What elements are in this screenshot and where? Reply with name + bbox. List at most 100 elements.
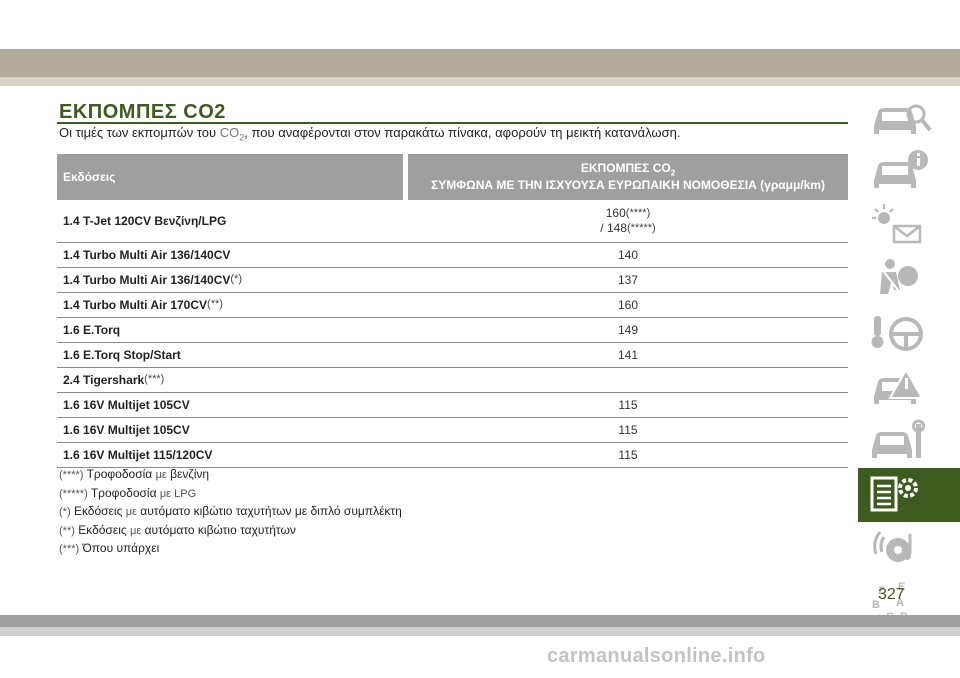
steering-key-icon (871, 316, 923, 351)
table-row: 2.4 Tigershark(***) (57, 367, 848, 393)
value-cell: 115 (408, 417, 848, 443)
table-row: 1.4 Turbo Multi Air 136/140CV(*) 137 (57, 267, 848, 293)
media-phone-icon (873, 531, 912, 562)
table-row: 1.4 Turbo Multi Air 170CV(**) 160 (57, 292, 848, 318)
footnote-text-end: αυτόματο κιβώτιο ταχυτήτων (141, 522, 296, 537)
footnote-mark: (**) (59, 524, 75, 537)
footnote-text: Εκδόσεις (70, 504, 126, 518)
model-name: 1.4 Turbo Multi Air 136/140CV (63, 273, 231, 287)
model-cell: 1.4 T-Jet 120CV Βενζίνη/LPG (57, 200, 403, 243)
footnote-text-end: αυτόματο κιβώτιο ταχυτήτων με διπλό συμπ… (136, 504, 402, 518)
model-name: 2.4 Tigershark (63, 373, 145, 387)
chapter-tab-seatbelt-airbag[interactable] (858, 252, 960, 306)
model-name: 1.6 16V Multijet 115/120CV (63, 448, 213, 462)
table-row: 1.6 16V Multijet 105CV 115 (57, 417, 848, 443)
model-footnote: (**) (207, 298, 223, 310)
value-footnote: (****) (625, 207, 651, 219)
model-name: 1.4 T-Jet 120CV Βενζίνη/LPG (63, 214, 227, 228)
table-row: 1.6 E.Torq Stop/Start 141 (57, 342, 848, 368)
dashboard-lights-icon (872, 204, 922, 244)
value-line2: / 148(*****) (408, 221, 848, 236)
car-search-icon (874, 104, 932, 134)
footnotes: (****) Τροφοδοσία με βενζίνη (*****) Τρο… (59, 466, 402, 559)
chapter-tab-dashboard-lights[interactable] (858, 198, 960, 252)
footnote-text: Εκδόσεις (74, 522, 130, 537)
intro-co: CO (219, 125, 240, 140)
value-line1: 160(****) (408, 206, 848, 221)
page-number: 327 (878, 586, 905, 603)
table-row: 1.6 16V Multijet 105CV 115 (57, 392, 848, 418)
model-cell: 1.6 16V Multijet 105CV (57, 392, 403, 418)
car-tools-icon (872, 419, 925, 458)
title-underline (57, 122, 848, 124)
footnote-text: Τροφοδοσία (83, 467, 156, 481)
model-cell: 1.6 16V Multijet 115/120CV (57, 442, 403, 468)
value-cell (408, 367, 848, 393)
value-cell: 141 (408, 342, 848, 368)
section-title: ΕΚΠΟΜΠΕΣ CO2 (59, 101, 226, 123)
table-row: 1.4 T-Jet 120CV Βενζίνη/LPG 160(****) / … (57, 200, 848, 243)
model-cell: 1.6 16V Multijet 105CV (57, 417, 403, 443)
footnote-text-light: με (129, 524, 142, 537)
value-cell: 160(****) / 148(*****) (408, 200, 848, 243)
header-versions: Εκδόσεις (57, 154, 403, 200)
header-emissions-subscript: 2 (670, 168, 676, 178)
footnote-mark: (*) (59, 506, 71, 518)
footnote-mark: (****) (59, 469, 84, 481)
value-cell: 115 (408, 392, 848, 418)
model-cell: 1.4 Turbo Multi Air 136/140CV(*) (57, 267, 403, 293)
header-emissions-line2: ΣΥΜΦΩΝΑ ΜΕ ΤΗΝ ΙΣΧΥΟΥΣΑ ΕΥΡΩΠΑΙΚΗ ΝΟΜΟΘΕ… (431, 178, 825, 193)
model-cell: 1.6 E.Torq Stop/Start (57, 342, 403, 368)
chapter-tab-car-tools[interactable] (858, 414, 960, 468)
chapter-tab-specs[interactable] (858, 468, 960, 522)
footer-band-light (0, 627, 960, 636)
footnote-text-light: με LPG (159, 487, 197, 500)
footnote-text: Όπου υπάρχει (79, 541, 160, 555)
model-name: 1.6 E.Torq Stop/Start (63, 348, 181, 362)
table-row: 1.6 16V Multijet 115/120CV 115 (57, 442, 848, 468)
top-margin (0, 0, 960, 49)
value-number-2: / 148 (600, 221, 627, 235)
model-name: 1.6 16V Multijet 105CV (63, 398, 190, 412)
chapter-tab-car-info[interactable] (858, 144, 960, 198)
footnote-item: (***) Όπου υπάρχει (59, 540, 402, 559)
value-cell: 137 (408, 267, 848, 293)
model-footnote: (*) (230, 273, 242, 285)
table-header-row: Εκδόσεις ΕΚΠΟΜΠΕΣ CO2 ΣΥΜΦΩΝΑ ΜΕ ΤΗΝ ΙΣΧ… (57, 154, 848, 200)
model-name: 1.4 Turbo Multi Air 136/140CV (63, 248, 231, 262)
footnote-item: (****) Τροφοδοσία με βενζίνη (59, 466, 402, 485)
intro-text-b: , που αναφέρονται στον παρακάτω πίνακα, … (244, 125, 681, 140)
intro-text: Οι τιμές των εκπομπών του CO2, που αναφέ… (59, 125, 680, 143)
model-cell: 1.4 Turbo Multi Air 170CV(**) (57, 292, 403, 318)
value-cell: 115 (408, 442, 848, 468)
table-row: 1.6 E.Torq 149 (57, 317, 848, 343)
specs-gear-icon (870, 476, 918, 512)
footnote-text-light: με (155, 469, 167, 481)
value-cell: 149 (408, 317, 848, 343)
footnote-item: (**) Εκδόσεις με αυτόματο κιβώτιο ταχυτή… (59, 522, 402, 541)
model-name: 1.6 E.Torq (63, 323, 121, 337)
header-emissions-text: ΕΚΠΟΜΠΕΣ CO (580, 160, 671, 175)
chapter-tab-steering-key[interactable] (858, 306, 960, 360)
chapter-tab-media[interactable] (858, 522, 960, 576)
value-footnote-2: (*****) (626, 222, 656, 234)
model-name: 1.6 16V Multijet 105CV (63, 423, 190, 437)
header-emissions: ΕΚΠΟΜΠΕΣ CO2 ΣΥΜΦΩΝΑ ΜΕ ΤΗΝ ΙΣΧΥΟΥΣΑ ΕΥΡ… (408, 154, 848, 200)
emissions-table: Εκδόσεις ΕΚΠΟΜΠΕΣ CO2 ΣΥΜΦΩΝΑ ΜΕ ΤΗΝ ΙΣΧ… (57, 154, 848, 468)
footnote-item: (*****) Τροφοδοσία με LPG (59, 485, 402, 504)
chapter-tab-car-warning[interactable] (858, 360, 960, 414)
footnote-text-light: με (125, 506, 137, 518)
footnote-item: (*) Εκδόσεις με αυτόματο κιβώτιο ταχυτήτ… (59, 503, 402, 522)
model-footnote: (***) (144, 373, 165, 385)
watermark: carmanualsonline.info (547, 645, 766, 667)
footnote-text: Τροφοδοσία (87, 485, 160, 500)
model-cell: 1.6 E.Torq (57, 317, 403, 343)
footnote-mark: (***) (59, 543, 80, 555)
value-number: 160 (605, 206, 626, 220)
header-band-light (0, 77, 960, 86)
car-warning-icon (874, 367, 924, 404)
chapter-tab-car-search[interactable] (858, 90, 960, 144)
footer-band (0, 615, 960, 627)
footnote-text-end: βενζίνη (166, 467, 210, 481)
model-cell: 2.4 Tigershark(***) (57, 367, 403, 393)
